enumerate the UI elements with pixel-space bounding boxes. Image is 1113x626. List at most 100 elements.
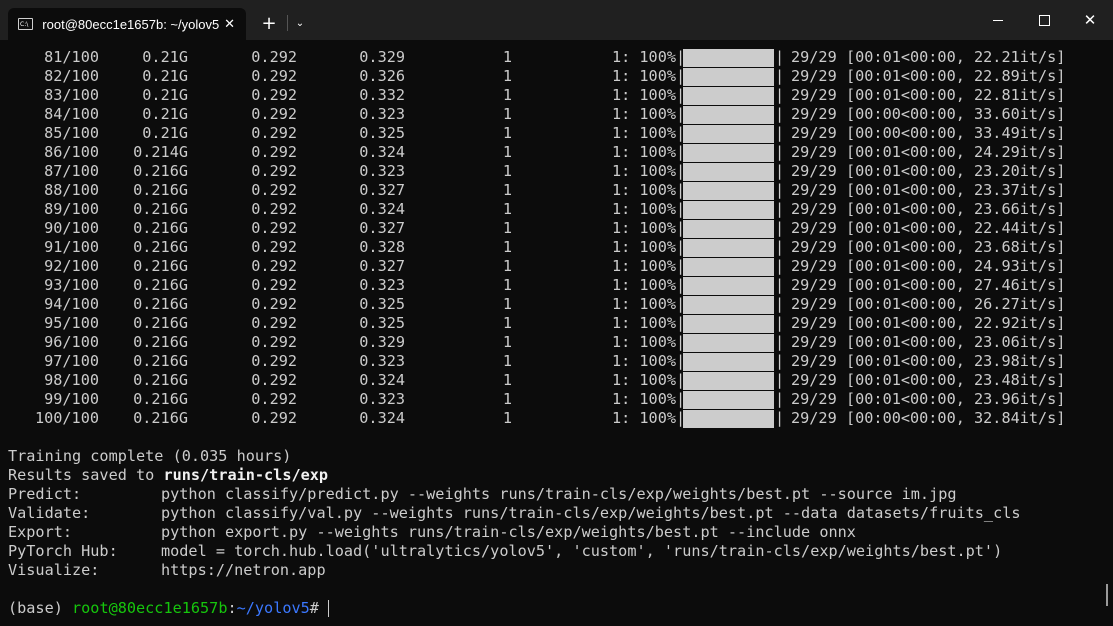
table-row: 97/100 0.216G 0.292 0.323 1 1: 100% | | 29/29 [00… <box>0 352 1113 371</box>
progress-count-cell: 29/29 <box>791 276 837 294</box>
epoch-cell: 100/100 <box>34 409 99 427</box>
train-loss-cell: 0.292 <box>251 409 297 427</box>
timing-cell: [00:01<00:00, 23.98it/s] <box>846 352 1066 370</box>
scrollbar-thumb[interactable] <box>1106 584 1108 606</box>
command-line: PyTorch Hub: model = torch.hub.load('ultr… <box>0 542 1100 561</box>
terminal-output[interactable]: 81/100 0.21G 0.292 0.329 1 1: 100% | | 29/29 [00:… <box>0 40 1113 626</box>
test-loss-cell: 0.323 <box>359 352 405 370</box>
timing-cell: [00:01<00:00, 23.68it/s] <box>846 238 1066 256</box>
train-loss-cell: 0.292 <box>251 257 297 275</box>
gpu-mem-cell: 0.216G <box>133 276 188 294</box>
gpu-mem-cell: 0.216G <box>133 181 188 199</box>
progress-bar-fill <box>683 353 774 371</box>
test-loss-cell: 0.328 <box>359 238 405 256</box>
top1-cell: 1 <box>502 295 512 313</box>
epoch-cell: 95/100 <box>44 314 99 332</box>
shell-prompt[interactable]: (base) root@80ecc1e1657b:~/yolov5# <box>8 599 330 618</box>
terminal-tab[interactable]: C:\ root@80ecc1e1657b: ~/yolov5 ✕ <box>8 8 246 40</box>
gpu-mem-cell: 0.21G <box>142 48 188 66</box>
minimize-button[interactable] <box>975 0 1021 40</box>
progress-bar-fill <box>683 49 774 67</box>
epoch-cell: 81/100 <box>44 48 99 66</box>
text-cursor <box>328 600 330 617</box>
table-row: 86/100 0.214G 0.292 0.324 1 1: 100% | | 29/29 [00… <box>0 143 1113 162</box>
top1-cell: 1 <box>502 124 512 142</box>
maximize-button[interactable] <box>1021 0 1067 40</box>
progress-count-cell: 29/29 <box>791 86 837 104</box>
progress-bar-right-edge: | <box>775 181 785 199</box>
progress-count-cell: 29/29 <box>791 181 837 199</box>
timing-cell: [00:01<00:00, 24.29it/s] <box>846 143 1066 161</box>
timing-cell: [00:01<00:00, 27.46it/s] <box>846 276 1066 294</box>
train-loss-cell: 0.292 <box>251 314 297 332</box>
tab-close-icon[interactable]: ✕ <box>219 13 240 35</box>
gpu-mem-cell: 0.216G <box>133 371 188 389</box>
close-window-button[interactable]: ✕ <box>1067 0 1113 40</box>
top1-cell: 1 <box>502 105 512 123</box>
epoch-cell: 85/100 <box>44 124 99 142</box>
top1-cell: 1 <box>502 143 512 161</box>
progress-bar-fill <box>683 258 774 276</box>
train-loss-cell: 0.292 <box>251 86 297 104</box>
progress-bar-fill <box>683 391 774 409</box>
table-row: 100/100 0.216G 0.292 0.324 1 1: 100% | | 29/29 [0… <box>0 409 1113 428</box>
top1-cell: 1 <box>502 48 512 66</box>
top5-cell: 1: 100% <box>611 352 676 370</box>
prompt-env: (base) <box>8 599 73 617</box>
progress-bar-right-edge: | <box>775 105 785 123</box>
train-loss-cell: 0.292 <box>251 390 297 408</box>
chevron-down-icon[interactable]: ⌄ <box>290 10 310 36</box>
progress-bar-right-edge: | <box>775 352 785 370</box>
timing-cell: [00:01<00:00, 26.27it/s] <box>846 295 1066 313</box>
test-loss-cell: 0.329 <box>359 48 405 66</box>
prompt-colon: : <box>227 599 237 617</box>
top1-cell: 1 <box>502 219 512 237</box>
top1-cell: 1 <box>502 390 512 408</box>
epoch-cell: 92/100 <box>44 257 99 275</box>
epoch-cell: 84/100 <box>44 105 99 123</box>
top5-cell: 1: 100% <box>611 48 676 66</box>
progress-bar-fill <box>683 220 774 238</box>
timing-cell: [00:01<00:00, 22.92it/s] <box>846 314 1066 332</box>
table-row: 82/100 0.21G 0.292 0.326 1 1: 100% | | 29/29 [00:… <box>0 67 1113 86</box>
table-row: 98/100 0.216G 0.292 0.324 1 1: 100% | | 29/29 [00… <box>0 371 1113 390</box>
command-label: PyTorch Hub: <box>8 542 118 560</box>
timing-cell: [00:01<00:00, 23.20it/s] <box>846 162 1066 180</box>
command-text: python export.py --weights runs/train-cl… <box>161 523 856 541</box>
progress-bar-right-edge: | <box>775 162 785 180</box>
progress-bar-right-edge: | <box>775 371 785 389</box>
prompt-symbol: # <box>309 599 329 617</box>
top5-cell: 1: 100% <box>611 238 676 256</box>
table-row: 92/100 0.216G 0.292 0.327 1 1: 100% | | 29/29 [00… <box>0 257 1113 276</box>
top5-cell: 1: 100% <box>611 333 676 351</box>
top1-cell: 1 <box>502 314 512 332</box>
test-loss-cell: 0.332 <box>359 86 405 104</box>
command-line: Predict: python classify/predict.py --wei… <box>0 485 1100 504</box>
gpu-mem-cell: 0.216G <box>133 390 188 408</box>
top1-cell: 1 <box>502 181 512 199</box>
top1-cell: 1 <box>502 67 512 85</box>
prompt-path: ~/yolov5 <box>236 599 310 617</box>
top5-cell: 1: 100% <box>611 409 676 427</box>
timing-cell: [00:01<00:00, 23.37it/s] <box>846 181 1066 199</box>
progress-count-cell: 29/29 <box>791 409 837 427</box>
results-saved-line: Results saved to runs/train-cls/exp <box>8 466 328 485</box>
new-tab-button[interactable]: + <box>256 10 282 36</box>
command-label: Predict: <box>8 485 82 503</box>
top5-cell: 1: 100% <box>611 295 676 313</box>
maximize-icon <box>1038 14 1050 26</box>
top1-cell: 1 <box>502 409 512 427</box>
top5-cell: 1: 100% <box>611 257 676 275</box>
timing-cell: [00:00<00:00, 32.84it/s] <box>846 409 1066 427</box>
epoch-cell: 96/100 <box>44 333 99 351</box>
train-loss-cell: 0.292 <box>251 143 297 161</box>
timing-cell: [00:01<00:00, 23.48it/s] <box>846 371 1066 389</box>
timing-cell: [00:01<00:00, 22.81it/s] <box>846 86 1066 104</box>
table-row: 90/100 0.216G 0.292 0.327 1 1: 100% | | 29/29 [00… <box>0 219 1113 238</box>
test-loss-cell: 0.324 <box>359 371 405 389</box>
progress-count-cell: 29/29 <box>791 219 837 237</box>
progress-bar-right-edge: | <box>775 276 785 294</box>
progress-bar-fill <box>683 201 774 219</box>
epoch-cell: 82/100 <box>44 67 99 85</box>
table-row: 96/100 0.216G 0.292 0.329 1 1: 100% | | 29/29 [00… <box>0 333 1113 352</box>
